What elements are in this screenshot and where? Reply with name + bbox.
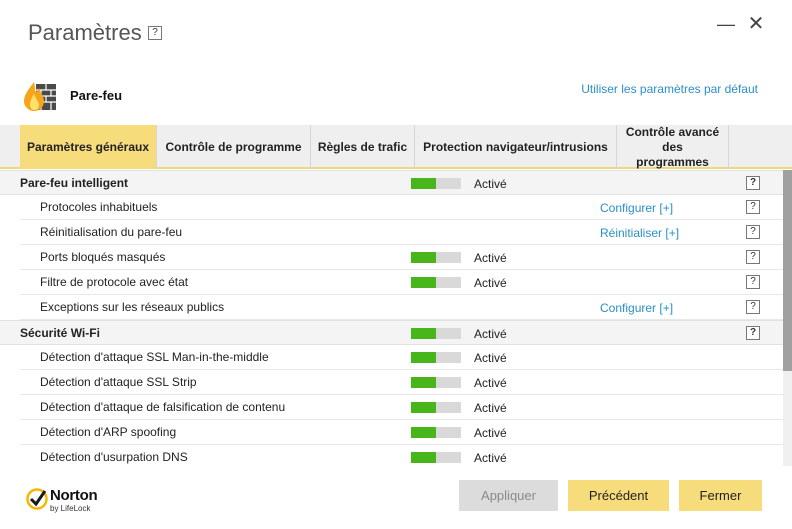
norton-logo: Norton by LifeLock [26, 486, 136, 518]
settings-row: Détection d'usurpation DNS Activé [0, 445, 784, 466]
toggle-fill [411, 352, 436, 363]
setting-label: Protocoles inhabituels [40, 200, 158, 214]
setting-label: Détection d'attaque SSL Man-in-the-middl… [40, 350, 269, 364]
toggle-fill [411, 427, 436, 438]
tab-bar: Paramètres généraux Contrôle de programm… [0, 125, 792, 169]
window-title: Paramètres [28, 20, 142, 45]
setting-label: Réinitialisation du pare-feu [40, 225, 183, 239]
help-icon[interactable]: ? [746, 326, 760, 340]
setting-status: Activé [474, 351, 507, 365]
toggle-fill [411, 328, 436, 339]
setting-label: Détection d'usurpation DNS [40, 450, 188, 464]
setting-action-link[interactable]: Réinitialiser [+] [600, 226, 679, 240]
section-title: Pare-feu [70, 88, 123, 103]
setting-status: Activé [474, 276, 507, 290]
help-icon[interactable]: ? [746, 225, 760, 239]
setting-label: Détection d'attaque SSL Strip [40, 375, 197, 389]
minimize-button[interactable]: — [716, 14, 736, 34]
help-icon[interactable]: ? [746, 176, 760, 190]
setting-label: Détection d'attaque de falsification de … [40, 400, 286, 414]
setting-label: Sécurité Wi-Fi [20, 326, 100, 340]
setting-status: Activé [474, 327, 507, 341]
toggle-fill [411, 377, 436, 388]
help-icon[interactable]: ? [746, 250, 760, 264]
settings-row: Réinitialisation du pare-feu Réinitialise… [0, 220, 784, 245]
norton-checkmark-icon [26, 488, 48, 510]
scrollbar[interactable] [783, 170, 792, 466]
setting-toggle[interactable] [411, 377, 461, 388]
norton-lifelock-wordmark: by LifeLock [50, 504, 91, 513]
tab-traffic-rules[interactable]: Règles de trafic [311, 125, 415, 169]
setting-status: Activé [474, 426, 507, 440]
close-button[interactable]: Fermer [679, 480, 762, 511]
setting-toggle[interactable] [411, 352, 461, 363]
setting-status: Activé [474, 177, 507, 191]
tab-browser-intrusion-protection[interactable]: Protection navigateur/intrusions [415, 125, 617, 169]
tab-advanced-program-control[interactable]: Contrôle avancé des programmes [617, 125, 729, 169]
setting-toggle[interactable] [411, 277, 461, 288]
settings-row: Exceptions sur les réseaux publics Config… [0, 295, 784, 320]
setting-toggle[interactable] [411, 452, 461, 463]
toggle-fill [411, 452, 436, 463]
settings-row: Filtre de protocole avec état Activé? [0, 270, 784, 295]
settings-row: Ports bloqués masqués Activé? [0, 245, 784, 270]
use-defaults-link[interactable]: Utiliser les paramètres par défaut [581, 82, 758, 96]
setting-toggle[interactable] [411, 427, 461, 438]
setting-label: Filtre de protocole avec état [40, 275, 189, 289]
apply-button[interactable]: Appliquer [459, 480, 558, 511]
settings-group-row: Pare-feu intelligent Activé? [0, 170, 784, 195]
setting-toggle[interactable] [411, 328, 461, 339]
previous-button[interactable]: Précédent [568, 480, 669, 511]
settings-row: Détection d'attaque de falsification de … [0, 395, 784, 420]
toggle-fill [411, 277, 436, 288]
settings-row: Détection d'attaque SSL Man-in-the-middl… [0, 345, 784, 370]
norton-wordmark: Norton [50, 487, 98, 504]
toggle-fill [411, 252, 436, 263]
setting-label: Détection d'ARP spoofing [40, 425, 177, 439]
settings-list: Pare-feu intelligent Activé? Protocoles in… [0, 170, 784, 466]
scrollbar-thumb[interactable] [783, 170, 792, 371]
setting-status: Activé [474, 251, 507, 265]
tab-general-settings[interactable]: Paramètres généraux [20, 125, 157, 169]
setting-action-link[interactable]: Configurer [+] [600, 301, 673, 315]
toggle-fill [411, 402, 436, 413]
toggle-fill [411, 178, 436, 189]
title-help-icon[interactable]: ? [148, 26, 162, 40]
setting-status: Activé [474, 451, 507, 465]
setting-toggle[interactable] [411, 402, 461, 413]
help-icon[interactable]: ? [746, 200, 760, 214]
setting-toggle[interactable] [411, 178, 461, 189]
settings-group-row: Sécurité Wi-Fi Activé? [0, 320, 784, 345]
setting-action-link[interactable]: Configurer [+] [600, 201, 673, 215]
settings-row: Détection d'attaque SSL Strip Activé [0, 370, 784, 395]
help-icon[interactable]: ? [746, 275, 760, 289]
close-window-button[interactable]: ✕ [746, 14, 766, 34]
setting-label: Exceptions sur les réseaux publics [40, 300, 225, 314]
help-icon[interactable]: ? [746, 300, 760, 314]
settings-row: Détection d'ARP spoofing Activé [0, 420, 784, 445]
setting-toggle[interactable] [411, 252, 461, 263]
setting-status: Activé [474, 401, 507, 415]
setting-label: Pare-feu intelligent [20, 176, 129, 190]
tab-program-control[interactable]: Contrôle de programme [157, 125, 311, 169]
settings-row: Protocoles inhabituels Configurer [+]? [0, 195, 784, 220]
setting-status: Activé [474, 376, 507, 390]
setting-label: Ports bloqués masqués [40, 250, 166, 264]
firewall-icon [24, 82, 56, 111]
